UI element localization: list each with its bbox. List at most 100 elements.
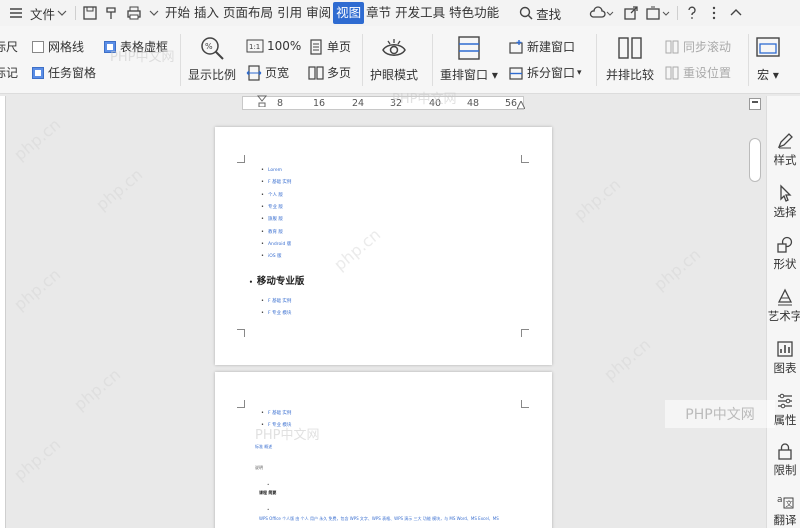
subheading: 课程 简要 <box>259 490 277 495</box>
list-item[interactable]: F 专业 模块 <box>261 310 291 316</box>
indent-marker-icon[interactable] <box>256 95 268 108</box>
tab-review[interactable]: 审阅 <box>304 2 333 24</box>
tab-features[interactable]: 特色功能 <box>447 2 501 24</box>
watermark: php.cn <box>600 334 655 385</box>
ruler-tick-label: 56 <box>505 98 518 109</box>
zoom-ratio-button[interactable]: % 显示比例 <box>188 34 236 83</box>
tab-view[interactable]: 视图 <box>333 2 365 24</box>
list-item[interactable]: iOS 版 <box>261 253 282 259</box>
search-button[interactable]: 查找 <box>515 0 564 26</box>
divider <box>362 34 363 86</box>
list-item[interactable]: 教育 版 <box>261 229 283 235</box>
scroll-top-button[interactable] <box>749 98 761 110</box>
list-item[interactable]: Android 版 <box>261 241 291 247</box>
panel-translate-button[interactable]: a文 翻译 <box>767 492 800 528</box>
export-button[interactable] <box>642 0 674 26</box>
divider <box>75 6 77 20</box>
list-item[interactable]: F 基础 实例 <box>261 179 291 185</box>
task-pane-checkbox[interactable]: 任务窗格 <box>32 64 96 81</box>
paragraph-label: 标准 概述 <box>255 444 273 449</box>
new-window-label: 新建窗口 <box>527 40 576 54</box>
macro-button[interactable]: 宏 ▾ <box>754 34 782 83</box>
vertical-scrollbar[interactable] <box>746 110 764 528</box>
tab-page-layout[interactable]: 页面布局 <box>221 2 275 24</box>
ruler-label: 标尺 <box>0 40 19 54</box>
panel-styles-button[interactable]: 样式 <box>767 132 800 168</box>
macro-icon <box>754 34 782 62</box>
print-button[interactable] <box>123 0 145 26</box>
chevron-down-icon <box>148 5 160 21</box>
gridlines-checkbox[interactable]: 网格线 <box>32 38 84 55</box>
list-item[interactable]: F 基础 实例 <box>261 410 291 416</box>
save-button[interactable] <box>79 0 101 26</box>
panel-wordart-button[interactable]: 艺术字 <box>767 288 800 324</box>
divider <box>432 34 433 86</box>
horizontal-ruler[interactable]: 8 16 24 32 40 48 56 <box>242 95 526 110</box>
new-window-button[interactable]: 新建窗口 <box>508 38 575 55</box>
tab-developer[interactable]: 开发工具 <box>393 2 447 24</box>
list-item[interactable]: 旗舰 版 <box>261 216 283 222</box>
crop-mark <box>237 329 245 337</box>
more-options-button[interactable] <box>703 0 725 26</box>
list-item[interactable]: F 基础 实例 <box>261 298 291 304</box>
tab-references[interactable]: 引用 <box>275 2 304 24</box>
share-button[interactable] <box>620 0 642 26</box>
panel-restrict-button[interactable]: 限制 <box>767 442 800 478</box>
ruler-toggle[interactable]: 标尺 <box>0 38 18 55</box>
page-width-button[interactable]: 页宽 <box>246 64 289 81</box>
right-indent-marker-icon[interactable] <box>516 99 526 110</box>
rearrange-windows-button[interactable]: 重排窗口 ▾ <box>440 34 498 83</box>
tab-home[interactable]: 开始 <box>163 2 192 24</box>
help-button[interactable] <box>681 0 703 26</box>
search-icon <box>518 5 534 21</box>
list-item[interactable]: F 专业 模块 <box>261 422 291 428</box>
rearrange-windows-icon <box>455 34 483 62</box>
section-heading-text: 移动专业版 <box>256 276 305 287</box>
single-page-button[interactable]: 单页 <box>308 38 351 55</box>
chevron-down-icon <box>55 5 69 21</box>
more-vertical-icon <box>706 5 722 21</box>
zoom-100-button[interactable]: 1:1 100% <box>246 38 301 54</box>
format-painter-button[interactable] <box>101 0 123 26</box>
document-page-1[interactable]: Lorem F 基础 实例 个人 版 专业 版 旗舰 版 教育 版 Androi… <box>215 127 552 365</box>
watermark: php.cn <box>70 364 125 415</box>
panel-translate-label: 翻译 <box>773 513 797 527</box>
rearrange-windows-label: 重排窗口 ▾ <box>440 68 498 82</box>
divider <box>677 6 679 20</box>
quick-access-more-button[interactable] <box>145 0 163 26</box>
svg-text:a: a <box>777 495 783 505</box>
table-border-checkbox[interactable]: 表格虚框 <box>104 38 168 55</box>
help-icon <box>684 5 700 21</box>
table-border-label: 表格虚框 <box>120 40 169 54</box>
page-width-label: 页宽 <box>265 66 290 80</box>
sync-scroll-button[interactable]: 同步滚动 <box>664 38 731 55</box>
crop-mark <box>521 400 529 408</box>
list-item[interactable]: 个人 版 <box>261 192 283 198</box>
collapse-ribbon-button[interactable] <box>725 0 747 26</box>
panel-shapes-button[interactable]: 形状 <box>767 236 800 272</box>
split-window-button[interactable]: 拆分窗口 ▾ <box>508 64 582 81</box>
panel-shapes-label: 形状 <box>773 257 797 271</box>
reset-position-button[interactable]: 重设位置 <box>664 64 731 81</box>
hamburger-menu-button[interactable] <box>0 0 27 26</box>
cloud-sync-button[interactable] <box>586 0 618 26</box>
scrollbar-thumb[interactable] <box>749 138 761 182</box>
list-item[interactable]: 专业 版 <box>261 204 283 210</box>
zoom-100-label: 100% <box>267 39 302 53</box>
vertical-ruler[interactable] <box>0 96 6 528</box>
eye-protection-button[interactable]: 护眼模式 <box>370 34 418 83</box>
side-by-side-button[interactable]: 并排比较 <box>606 34 654 83</box>
file-menu[interactable]: 文件 <box>27 0 72 26</box>
panel-select-button[interactable]: 选择 <box>767 184 800 220</box>
reset-position-label: 重设位置 <box>683 66 732 80</box>
sync-scroll-icon <box>664 39 680 55</box>
crop-mark <box>237 155 245 163</box>
tab-chapter[interactable]: 章节 <box>364 2 393 24</box>
tab-insert[interactable]: 插入 <box>192 2 221 24</box>
multi-page-button[interactable]: 多页 <box>308 64 351 81</box>
mark-toggle[interactable]: 标记 <box>0 64 18 81</box>
document-page-2[interactable]: F 基础 实例 F 专业 模块 标准 概述 说明 • 课程 简要 • WPS O… <box>215 372 552 528</box>
search-label: 查找 <box>536 6 562 22</box>
panel-wordart-label: 艺术字 <box>767 309 800 323</box>
panel-chart-button[interactable]: 图表 <box>767 340 800 376</box>
